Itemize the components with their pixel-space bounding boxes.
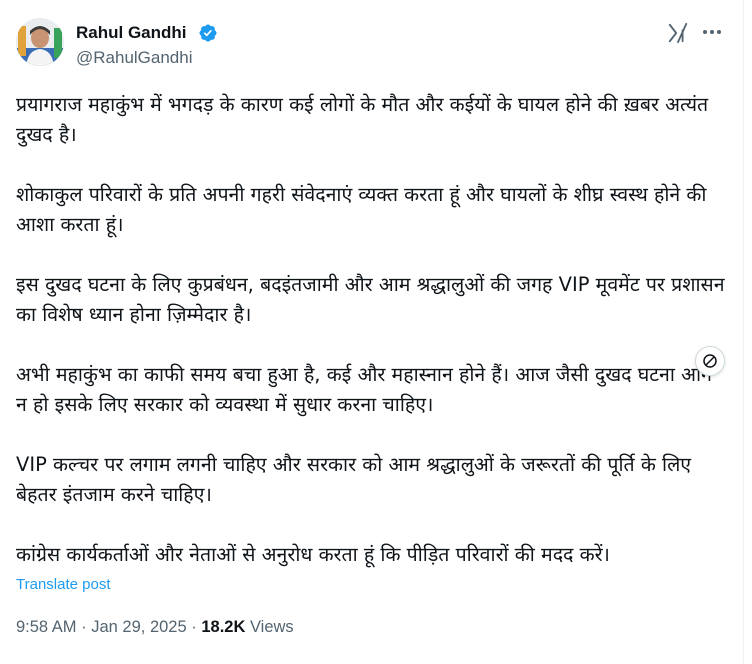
views-count: 18.2K (201, 618, 246, 636)
views-label: Views (249, 618, 294, 636)
post-paragraph: इस दुखद घटना के लिए कुप्रबंधन, बदइंतजामी… (16, 273, 725, 326)
post-paragraph: कांग्रेस कार्यकर्ताओं और नेताओं से अनुरो… (16, 543, 610, 566)
meta-separator: · (81, 618, 87, 636)
post-time[interactable]: 9:58 AM (16, 618, 77, 636)
verified-badge-icon (199, 24, 217, 42)
right-border (743, 0, 744, 664)
meta-separator: · (191, 618, 197, 636)
author-handle[interactable]: @RahulGandhi (76, 47, 193, 69)
post-paragraph: शोकाकुल परिवारों के प्रति अपनी गहरी संवे… (16, 183, 707, 236)
post-paragraph: अभी महाकुंभ का काफी समय बचा हुआ है, कई औ… (16, 363, 713, 416)
avatar[interactable] (16, 18, 64, 66)
more-horizontal-icon[interactable] (700, 20, 724, 44)
post-meta: 9:58 AM · Jan 29, 2025 · 18.2K Views (16, 616, 294, 638)
no-entry-icon (703, 354, 717, 368)
no-entry-button[interactable] (695, 346, 725, 376)
grok-icon[interactable] (667, 22, 689, 44)
translate-post-link[interactable]: Translate post (16, 575, 111, 595)
post-paragraph: प्रयागराज महाकुंभ में भगदड़ के कारण कई ल… (16, 93, 709, 146)
post-paragraph: VIP कल्चर पर लगाम लगनी चाहिए और सरकार को… (16, 453, 692, 506)
author-name[interactable]: Rahul Gandhi (76, 22, 187, 44)
post-date[interactable]: Jan 29, 2025 (91, 618, 186, 636)
post-text: प्रयागराज महाकुंभ में भगदड़ के कारण कई ल… (16, 90, 726, 600)
